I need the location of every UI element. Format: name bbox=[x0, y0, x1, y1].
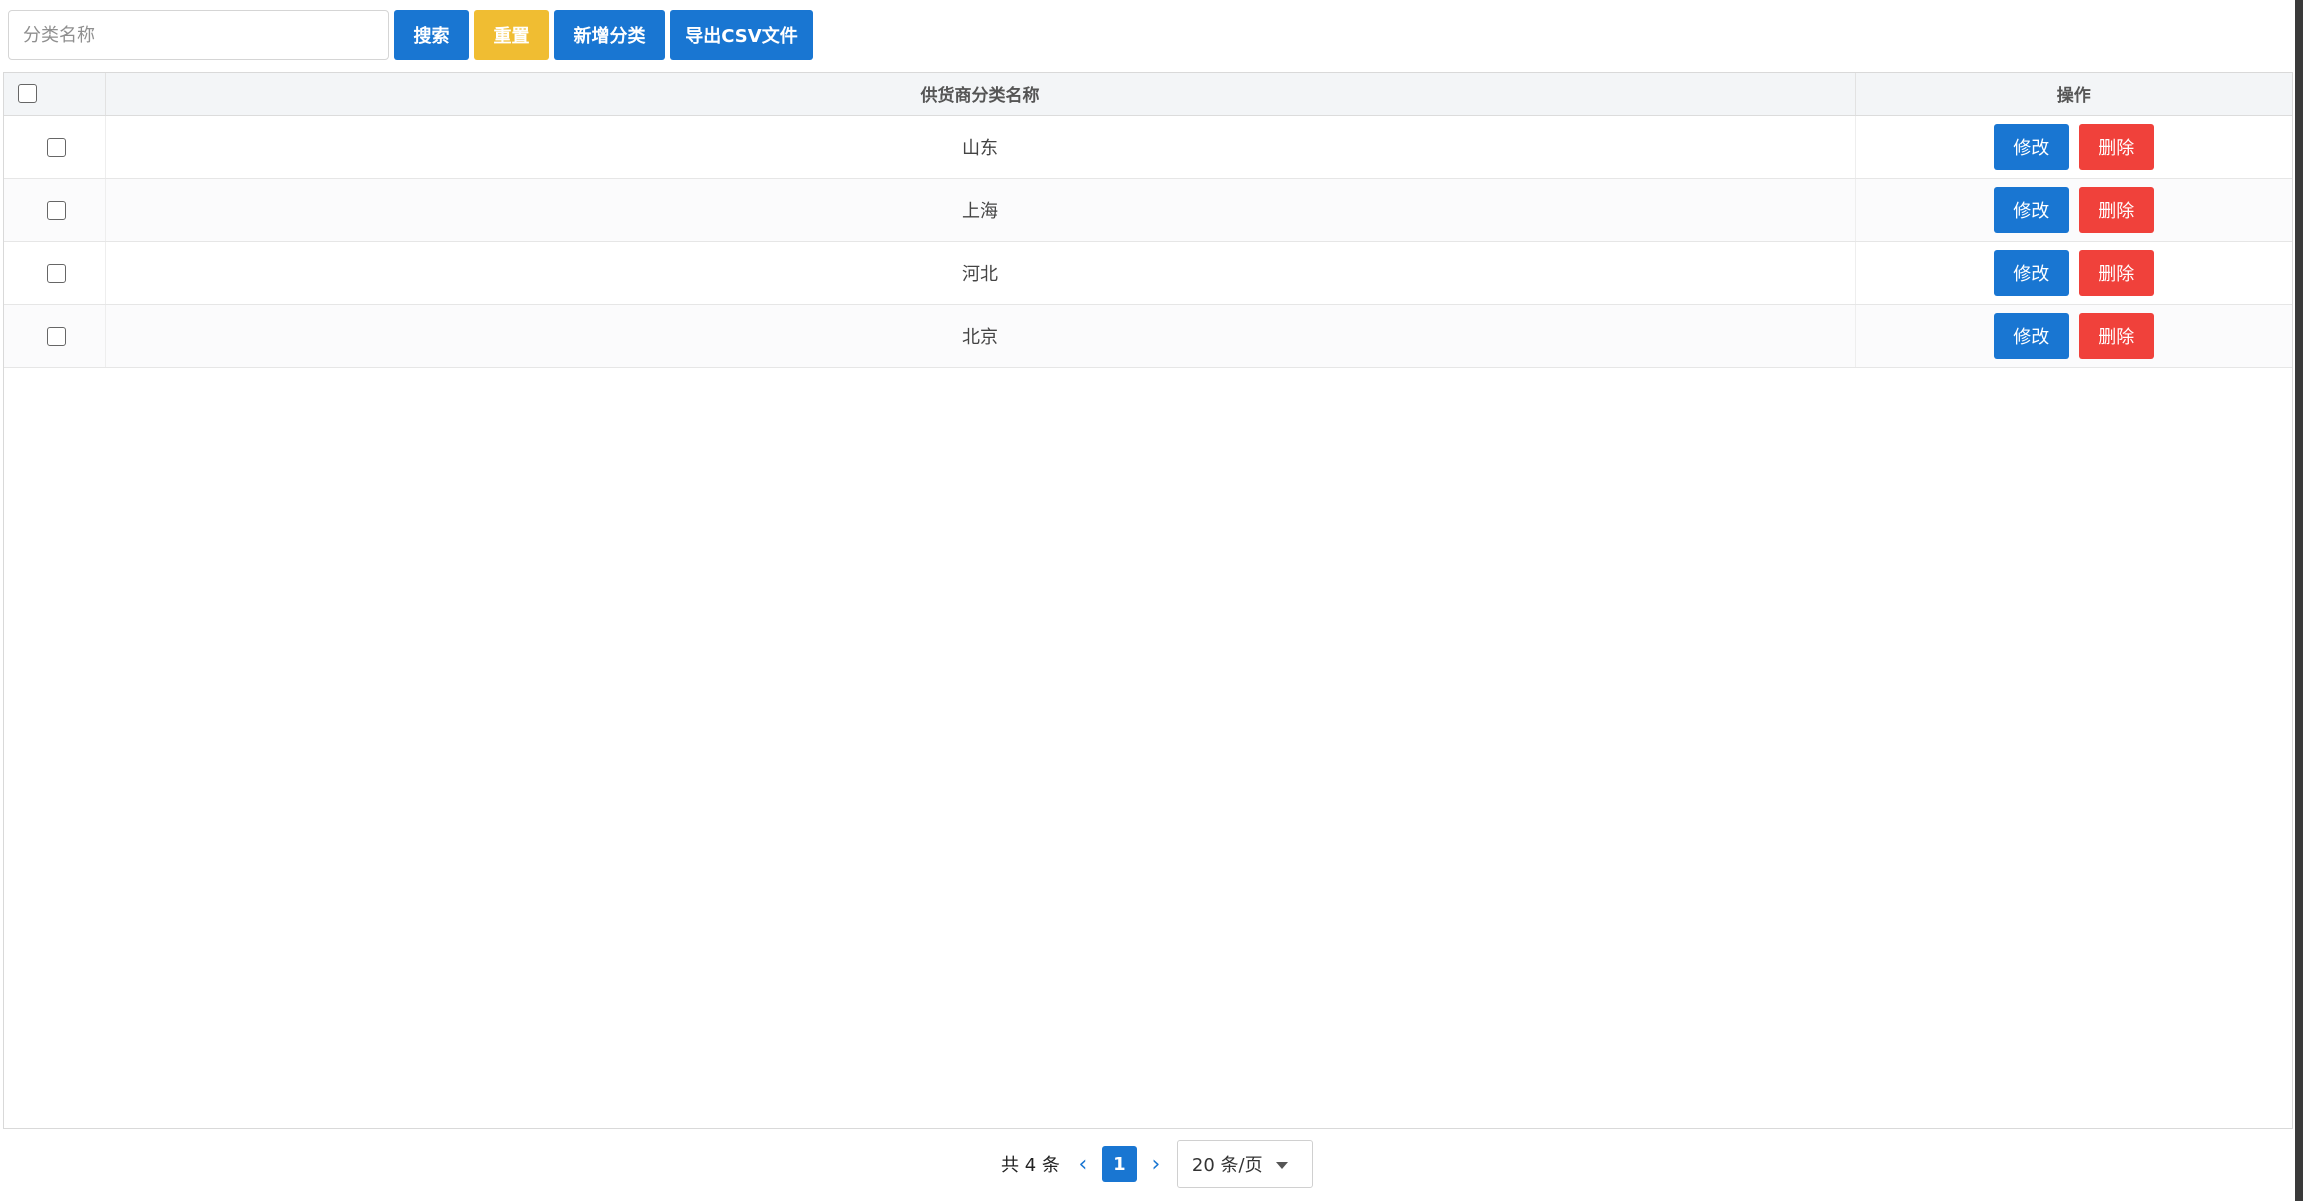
select-all-checkbox[interactable] bbox=[18, 84, 37, 104]
window-edge bbox=[2295, 0, 2303, 1201]
row-checkbox[interactable] bbox=[47, 326, 66, 346]
edit-button[interactable]: 修改 bbox=[1993, 123, 2069, 170]
page-size-select[interactable]: 20 条/页 bbox=[1176, 1140, 1313, 1188]
total-count: 共 4 条 bbox=[1001, 1155, 1060, 1176]
delete-button[interactable]: 删除 bbox=[2078, 123, 2154, 170]
category-name-cell: 山东 bbox=[105, 115, 1856, 179]
table-row: 河北 修改 删除 bbox=[4, 241, 2292, 305]
chevron-left-icon[interactable]: ‹ bbox=[1072, 1152, 1094, 1177]
page-number-current[interactable]: 1 bbox=[1101, 1146, 1137, 1182]
category-name-search-input[interactable] bbox=[8, 10, 389, 60]
edit-button[interactable]: 修改 bbox=[1993, 249, 2069, 296]
category-name-cell: 北京 bbox=[105, 304, 1856, 368]
category-table: 供货商分类名称 操作 山东 修改 删除 上海 修改 删除 河北 修改 删除 北京… bbox=[3, 72, 2293, 1129]
edit-button[interactable]: 修改 bbox=[1993, 186, 2069, 233]
delete-button[interactable]: 删除 bbox=[2078, 312, 2154, 359]
toolbar: 搜索 重置 新增分类 导出CSV文件 bbox=[8, 10, 813, 60]
edit-button[interactable]: 修改 bbox=[1993, 312, 2069, 359]
category-name-cell: 上海 bbox=[105, 178, 1856, 242]
delete-button[interactable]: 删除 bbox=[2078, 249, 2154, 296]
row-checkbox[interactable] bbox=[47, 137, 66, 157]
delete-button[interactable]: 删除 bbox=[2078, 186, 2154, 233]
table-row: 上海 修改 删除 bbox=[4, 178, 2292, 242]
reset-button[interactable]: 重置 bbox=[474, 10, 549, 60]
chevron-right-icon[interactable]: › bbox=[1145, 1152, 1167, 1177]
table-row: 山东 修改 删除 bbox=[4, 115, 2292, 179]
search-button[interactable]: 搜索 bbox=[394, 10, 469, 60]
caret-down-icon bbox=[1275, 1162, 1288, 1169]
page-size-value: 20 条/页 bbox=[1191, 1155, 1263, 1176]
add-category-button[interactable]: 新增分类 bbox=[554, 10, 665, 60]
select-all-header bbox=[4, 73, 106, 116]
category-name-cell: 河北 bbox=[105, 241, 1856, 305]
table-row: 北京 修改 删除 bbox=[4, 304, 2292, 368]
pagination: 共 4 条 ‹ 1 › 20 条/页 bbox=[1001, 1140, 1313, 1188]
table-header-row: 供货商分类名称 操作 bbox=[4, 73, 2292, 116]
row-checkbox[interactable] bbox=[47, 263, 66, 283]
row-checkbox[interactable] bbox=[47, 200, 66, 220]
export-csv-button[interactable]: 导出CSV文件 bbox=[670, 10, 813, 60]
column-header-actions: 操作 bbox=[1855, 73, 2292, 116]
column-header-category-name: 供货商分类名称 bbox=[105, 73, 1856, 116]
